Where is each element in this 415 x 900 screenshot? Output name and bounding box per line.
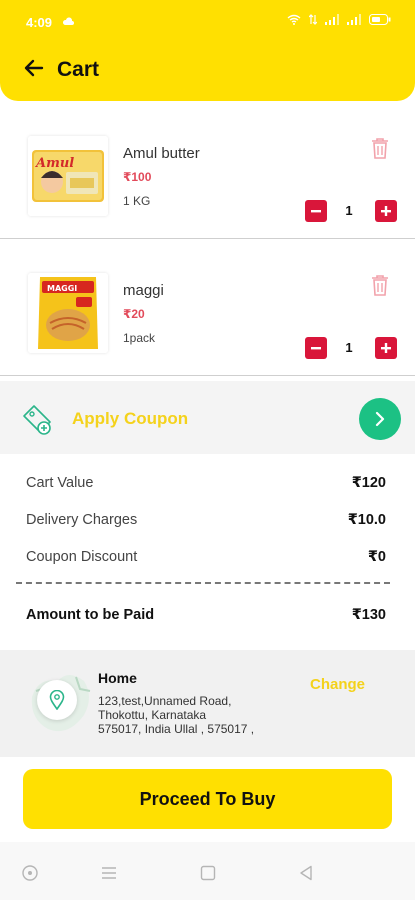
assistant-icon[interactable]	[21, 864, 39, 882]
item-price: ₹20	[123, 307, 145, 321]
cart-item: Amul Amul butter ₹100 1 KG 1	[0, 102, 415, 239]
total-amount: ₹130	[351, 607, 386, 623]
quantity-value: 1	[345, 203, 353, 218]
maggi-image: MAGGI	[28, 273, 108, 353]
trash-icon[interactable]	[369, 136, 391, 160]
page-title: Cart	[57, 58, 100, 81]
increase-quantity-button[interactable]	[375, 337, 397, 359]
cart-value-row: Cart Value ₹120	[26, 475, 386, 491]
location-pin-button	[37, 680, 77, 720]
address-line: 575017, India Ullal , 575017 ,	[98, 722, 255, 736]
address-line: Thokottu, Karnataka	[98, 708, 207, 722]
delivery-charges-amount: ₹10.0	[347, 512, 386, 528]
location-pin-icon	[49, 690, 65, 710]
coupon-discount-amount: ₹0	[367, 549, 386, 565]
chevron-right-icon	[375, 411, 385, 427]
dashed-divider	[16, 582, 390, 584]
decrease-quantity-button[interactable]	[305, 337, 327, 359]
decrease-quantity-button[interactable]	[305, 200, 327, 222]
apply-coupon-label[interactable]: Apply Coupon	[72, 409, 188, 429]
system-nav-bar	[0, 842, 415, 900]
proceed-to-buy-button[interactable]: Proceed To Buy	[23, 769, 392, 829]
delivery-charges-label: Delivery Charges	[26, 512, 138, 528]
checkout-bar: Proceed To Buy	[0, 757, 415, 842]
address-title: Home	[98, 670, 137, 686]
minus-icon	[311, 210, 321, 213]
apply-coupon-button[interactable]	[359, 398, 401, 440]
cart-value-amount: ₹120	[351, 475, 386, 491]
signal-icon-2	[347, 14, 361, 25]
item-price: ₹100	[123, 170, 152, 184]
back-arrow-icon[interactable]	[22, 56, 46, 80]
trash-icon[interactable]	[369, 273, 391, 297]
item-name: Amul butter	[123, 145, 200, 162]
home-square-icon[interactable]	[199, 864, 217, 882]
cart-value-label: Cart Value	[26, 475, 94, 491]
cart-item: MAGGI maggi ₹20 1pack 1	[0, 239, 415, 376]
change-address-button[interactable]: Change	[310, 676, 365, 693]
wifi-icon	[287, 14, 301, 25]
address-line: 123,test,Unnamed Road,	[98, 694, 232, 708]
app-header: 4:09 Cart	[0, 0, 415, 101]
delivery-address: Home 123,test,Unnamed Road, Thokottu, Ka…	[0, 650, 415, 757]
item-unit: 1pack	[123, 331, 156, 345]
status-bar: 4:09	[0, 0, 415, 40]
status-icons	[287, 14, 391, 25]
quantity-value: 1	[345, 340, 353, 355]
plus-icon	[381, 343, 391, 353]
price-summary: Cart Value ₹120 Delivery Charges ₹10.0 C…	[0, 454, 415, 650]
cloud-icon	[62, 17, 74, 25]
coupon-discount-row: Coupon Discount ₹0	[26, 549, 386, 565]
plus-icon	[381, 206, 391, 216]
amul-butter-image: Amul	[28, 136, 108, 216]
total-row: Amount to be Paid ₹130	[26, 607, 386, 623]
coupon-discount-label: Coupon Discount	[26, 549, 138, 565]
total-label: Amount to be Paid	[26, 607, 155, 623]
back-triangle-icon[interactable]	[297, 864, 315, 882]
battery-icon	[369, 14, 391, 25]
signal-icon	[325, 14, 339, 25]
menu-icon[interactable]	[100, 864, 118, 882]
svg-text:MAGGI: MAGGI	[47, 284, 77, 293]
data-arrows-icon	[309, 14, 317, 25]
apply-coupon-row[interactable]: Apply Coupon	[0, 381, 415, 454]
increase-quantity-button[interactable]	[375, 200, 397, 222]
coupon-icon	[23, 405, 51, 435]
svg-text:Amul: Amul	[34, 156, 74, 171]
item-name: maggi	[123, 282, 164, 299]
delivery-charges-row: Delivery Charges ₹10.0	[26, 512, 386, 528]
minus-icon	[311, 347, 321, 350]
status-time: 4:09	[26, 15, 53, 30]
item-unit: 1 KG	[123, 194, 151, 208]
